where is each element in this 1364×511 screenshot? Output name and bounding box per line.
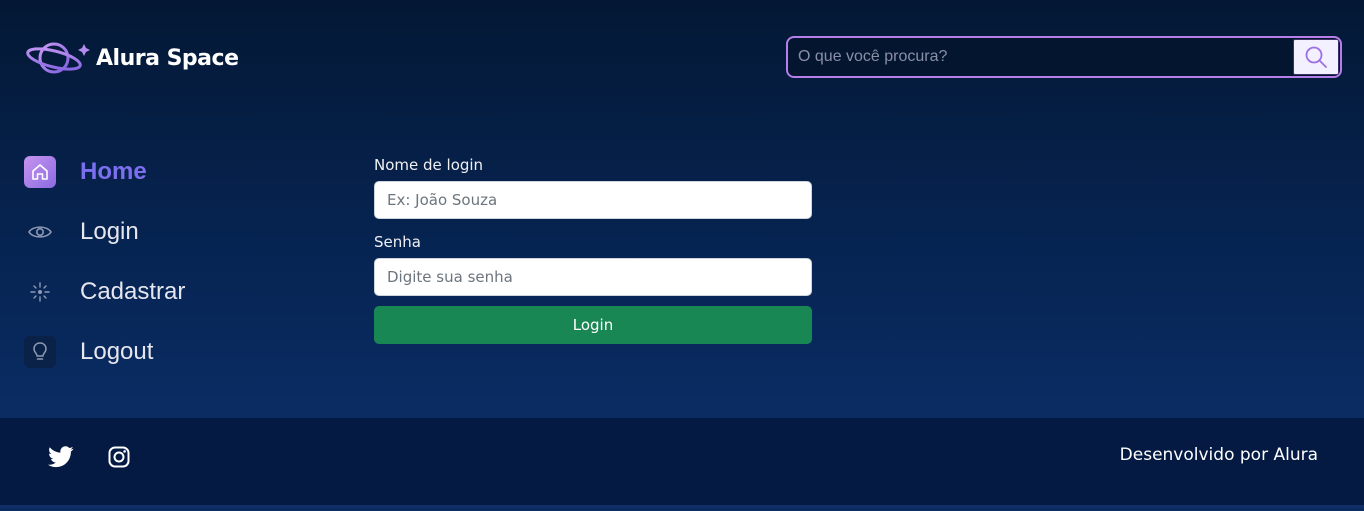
twitter-icon[interactable] [48, 444, 74, 470]
sidebar-item-cadastrar[interactable]: Cadastrar [24, 275, 284, 309]
sparkle-icon [24, 276, 56, 308]
sidebar-item-label: Home [80, 158, 147, 185]
sidebar-item-logout[interactable]: Logout [24, 335, 284, 369]
logo-text: Alura Space [96, 45, 239, 71]
search-icon [1305, 46, 1327, 68]
sidebar-item-login[interactable]: Login [24, 215, 284, 249]
sidebar-item-label: Login [80, 218, 139, 245]
password-label: Senha [374, 233, 421, 251]
password-field[interactable] [374, 258, 812, 296]
social-links [48, 444, 164, 470]
eye-icon [24, 216, 56, 248]
sidebar-item-label: Cadastrar [80, 278, 186, 305]
username-label: Nome de login [374, 156, 484, 174]
footer: Desenvolvido por Alura [0, 418, 1364, 508]
login-button[interactable]: Login [374, 306, 812, 344]
sidebar-item-label: Logout [80, 338, 154, 365]
planet-logo-icon [26, 42, 90, 74]
instagram-icon[interactable] [106, 444, 132, 470]
footer-credit: Desenvolvido por Alura [1119, 445, 1318, 465]
lightbulb-icon [24, 336, 56, 368]
sidebar-item-home[interactable]: Home [24, 155, 284, 189]
search-bar [786, 36, 1342, 78]
sidebar: Home Login Cadastrar Logout [24, 155, 284, 395]
home-icon [24, 156, 56, 188]
search-input[interactable] [788, 38, 1293, 76]
login-form: Nome de login Senha Login [374, 156, 812, 344]
username-field[interactable] [374, 181, 812, 219]
search-button[interactable] [1293, 39, 1339, 75]
logo[interactable]: Alura Space [26, 36, 239, 80]
header: Alura Space [0, 0, 1364, 115]
